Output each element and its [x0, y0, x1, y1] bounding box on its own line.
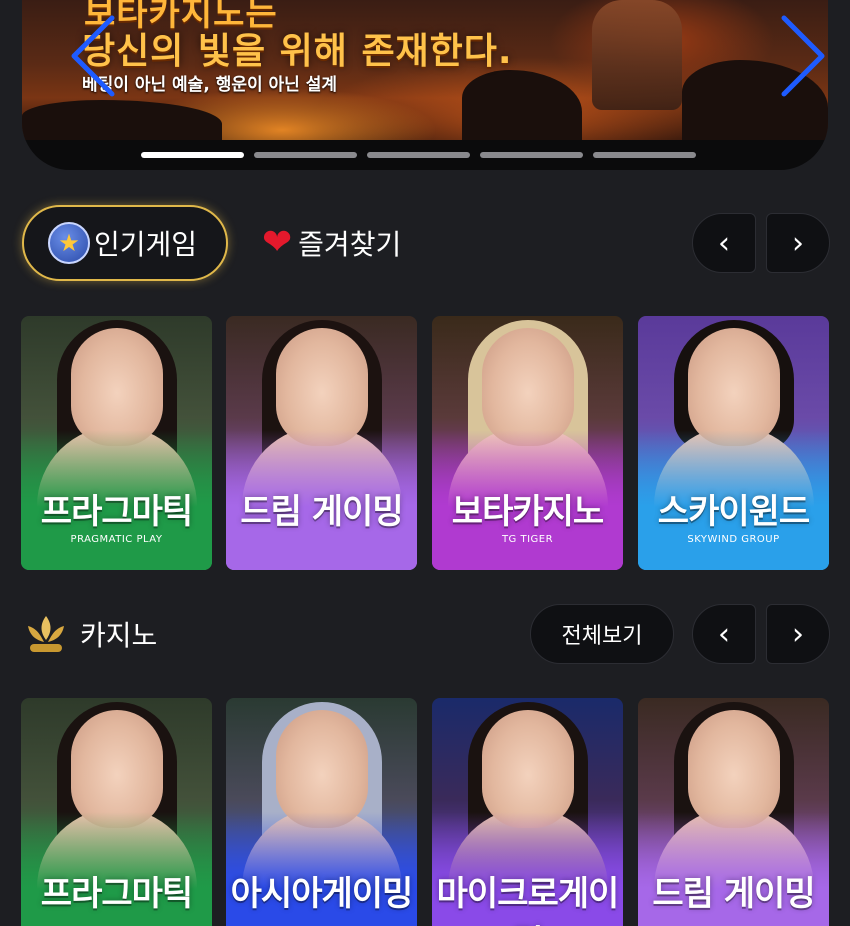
chevron-right-icon: › [792, 616, 804, 652]
game-card-title: 드림 게이밍 [652, 874, 815, 914]
view-all-button[interactable]: 전체보기 [530, 604, 674, 664]
banner-pagination [141, 152, 696, 158]
page: 보타카지노는 당신의 빛을 위해 존재한다. 베팅이 아닌 예술, 행운이 아닌… [0, 0, 850, 926]
popular-prev-button[interactable]: ‹ [692, 213, 756, 273]
game-card-title: 아시아게이밍 [230, 874, 414, 914]
pagination-dot[interactable] [141, 152, 244, 158]
chevron-left-icon: ‹ [718, 616, 730, 652]
banner-next-icon[interactable] [776, 14, 828, 98]
tab-popular-games[interactable]: ★ 인기게임 [22, 205, 228, 281]
game-card-brand: SKYWIND GROUP [687, 534, 780, 545]
pagination-dot[interactable] [367, 152, 470, 158]
tab-favorites[interactable]: ❤ 즐겨찾기 [262, 220, 401, 266]
game-card-title: 스카이윈드 [657, 492, 810, 532]
tab-favorites-label: 즐겨찾기 [298, 228, 402, 261]
tab-popular-label: 인기게임 [94, 228, 198, 261]
casino-section-header: 카지노 [22, 610, 157, 658]
pagination-dot[interactable] [254, 152, 357, 158]
casino-prev-button[interactable]: ‹ [692, 604, 756, 664]
chevron-right-icon: › [792, 225, 804, 261]
k-slot-logo-icon [28, 616, 64, 652]
game-card-brand: PRAGMATIC PLAY [70, 534, 163, 545]
banner-prev-icon[interactable] [66, 14, 120, 98]
casino-card-dream-gaming[interactable]: 드림 게이밍 [638, 698, 829, 926]
popular-next-button[interactable]: › [766, 213, 830, 273]
star-icon: ★ [48, 222, 90, 264]
game-card-brand: TG TIGER [501, 534, 554, 545]
casino-carousel-nav: ‹ › [692, 604, 830, 664]
chevron-left-icon: ‹ [718, 225, 730, 261]
banner-subtitle: 베팅이 아닌 예술, 행운이 아닌 설계 [82, 75, 338, 95]
heart-icon: ❤ [262, 222, 293, 263]
popular-carousel-nav: ‹ › [692, 213, 830, 273]
game-card-title: 보타카지노 [451, 492, 604, 532]
pagination-dot[interactable] [593, 152, 696, 158]
game-card-skywind[interactable]: 스카이윈드 SKYWIND GROUP [638, 316, 829, 570]
game-card-bota-casino[interactable]: 보타카지노 TG TIGER [432, 316, 623, 570]
game-card-title: 드림 게이밍 [240, 492, 403, 532]
banner-figure [592, 0, 682, 110]
pagination-dot[interactable] [480, 152, 583, 158]
promo-banner[interactable]: 보타카지노는 당신의 빛을 위해 존재한다. 베팅이 아닌 예술, 행운이 아닌… [22, 0, 828, 170]
casino-next-button[interactable]: › [766, 604, 830, 664]
casino-card-microgaming[interactable]: 마이크로게이밍 [432, 698, 623, 926]
game-card-title: 프라그마틱 [40, 874, 193, 914]
game-card-pragmatic[interactable]: 프라그마틱 PRAGMATIC PLAY [21, 316, 212, 570]
game-card-title: 프라그마틱 [40, 492, 193, 532]
casino-card-pragmatic[interactable]: 프라그마틱 [21, 698, 212, 926]
banner-title-line2: 당신의 빛을 위해 존재한다. [82, 31, 513, 72]
casino-section-title: 카지노 [80, 619, 158, 652]
view-all-label: 전체보기 [561, 624, 643, 649]
casino-card-asia-gaming[interactable]: 아시아게이밍 [226, 698, 417, 926]
game-card-dream-gaming[interactable]: 드림 게이밍 [226, 316, 417, 570]
game-card-title: 마이크로게이밍 [436, 874, 620, 926]
